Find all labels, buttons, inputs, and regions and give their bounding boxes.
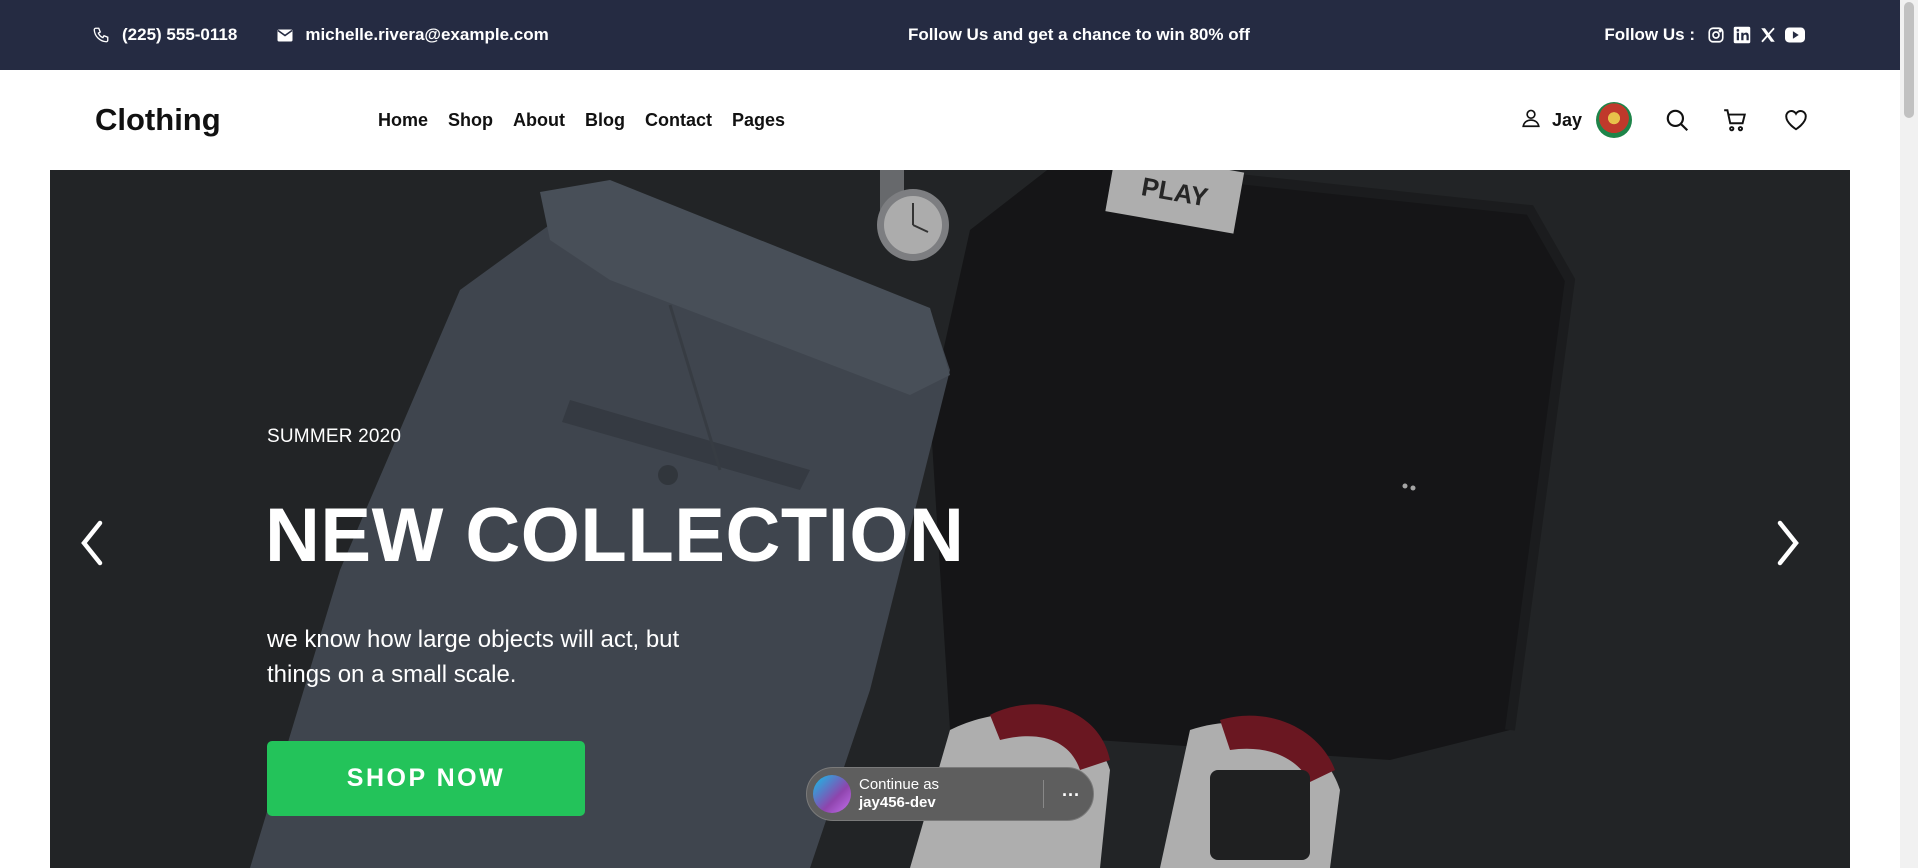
email-contact[interactable]: michelle.rivera@example.com <box>277 25 549 45</box>
nav-link-home[interactable]: Home <box>378 110 428 131</box>
mail-icon <box>277 29 293 42</box>
hero-eyebrow: SUMMER 2020 <box>267 426 402 447</box>
user-account[interactable]: Jay <box>1520 102 1633 138</box>
nav-link-pages[interactable]: Pages <box>732 110 785 131</box>
chevron-right-icon[interactable] <box>1768 513 1808 573</box>
x-icon[interactable] <box>1759 26 1777 44</box>
follow-label: Follow Us : <box>1604 25 1695 44</box>
divider <box>1043 780 1044 808</box>
page-scrollbar[interactable] <box>1900 0 1918 868</box>
account-avatar <box>813 775 851 813</box>
phone-contact[interactable]: (225) 555-0118 <box>92 25 237 45</box>
top-bar: (225) 555-0118 michelle.rivera@example.c… <box>0 0 1900 70</box>
account-name: jay456-dev <box>859 794 936 811</box>
social-links: Follow Us : <box>1604 0 1805 70</box>
shop-now-button[interactable]: SHOP NOW <box>267 741 585 816</box>
hero-title: NEW COLLECTION <box>265 493 965 578</box>
chevron-left-icon[interactable] <box>72 513 112 573</box>
linkedin-icon[interactable] <box>1733 26 1751 44</box>
nav-actions: Jay <box>1520 70 1809 170</box>
nav-link-blog[interactable]: Blog <box>585 110 625 131</box>
brand-logo[interactable]: Clothing <box>95 70 221 170</box>
contact-info: (225) 555-0118 michelle.rivera@example.c… <box>92 0 549 70</box>
instagram-icon[interactable] <box>1707 26 1725 44</box>
cart-icon[interactable] <box>1722 107 1748 133</box>
hero-description: we know how large objects will act, but … <box>267 626 680 688</box>
user-icon <box>1520 107 1542 134</box>
continue-label: Continue as <box>859 776 940 793</box>
youtube-icon[interactable] <box>1785 27 1805 43</box>
main-menu: Home Shop About Blog Contact Pages <box>378 70 785 170</box>
search-icon[interactable] <box>1664 107 1690 133</box>
user-name: Jay <box>1552 109 1583 130</box>
nav-link-shop[interactable]: Shop <box>448 110 493 131</box>
more-options-icon[interactable]: ··· <box>1053 768 1089 822</box>
heart-icon[interactable] <box>1783 107 1809 133</box>
phone-number: (225) 555-0118 <box>122 25 238 44</box>
email-address: michelle.rivera@example.com <box>305 25 549 44</box>
nav-link-about[interactable]: About <box>513 110 565 131</box>
page: (225) 555-0118 michelle.rivera@example.c… <box>0 0 1918 868</box>
main-navbar: Clothing Home Shop About Blog Contact Pa… <box>0 70 1900 170</box>
hero-slider: PLAY SUMMER 2020 NEW COLLECTION we know … <box>50 170 1850 868</box>
promo-text: Follow Us and get a chance to win 80% of… <box>908 25 1250 44</box>
continue-as-prompt[interactable]: Continue as jay456-dev ··· <box>806 767 1094 821</box>
nav-link-contact[interactable]: Contact <box>645 110 712 131</box>
phone-icon <box>92 26 110 44</box>
avatar[interactable] <box>1596 102 1633 138</box>
scrollbar-thumb[interactable] <box>1904 2 1914 118</box>
